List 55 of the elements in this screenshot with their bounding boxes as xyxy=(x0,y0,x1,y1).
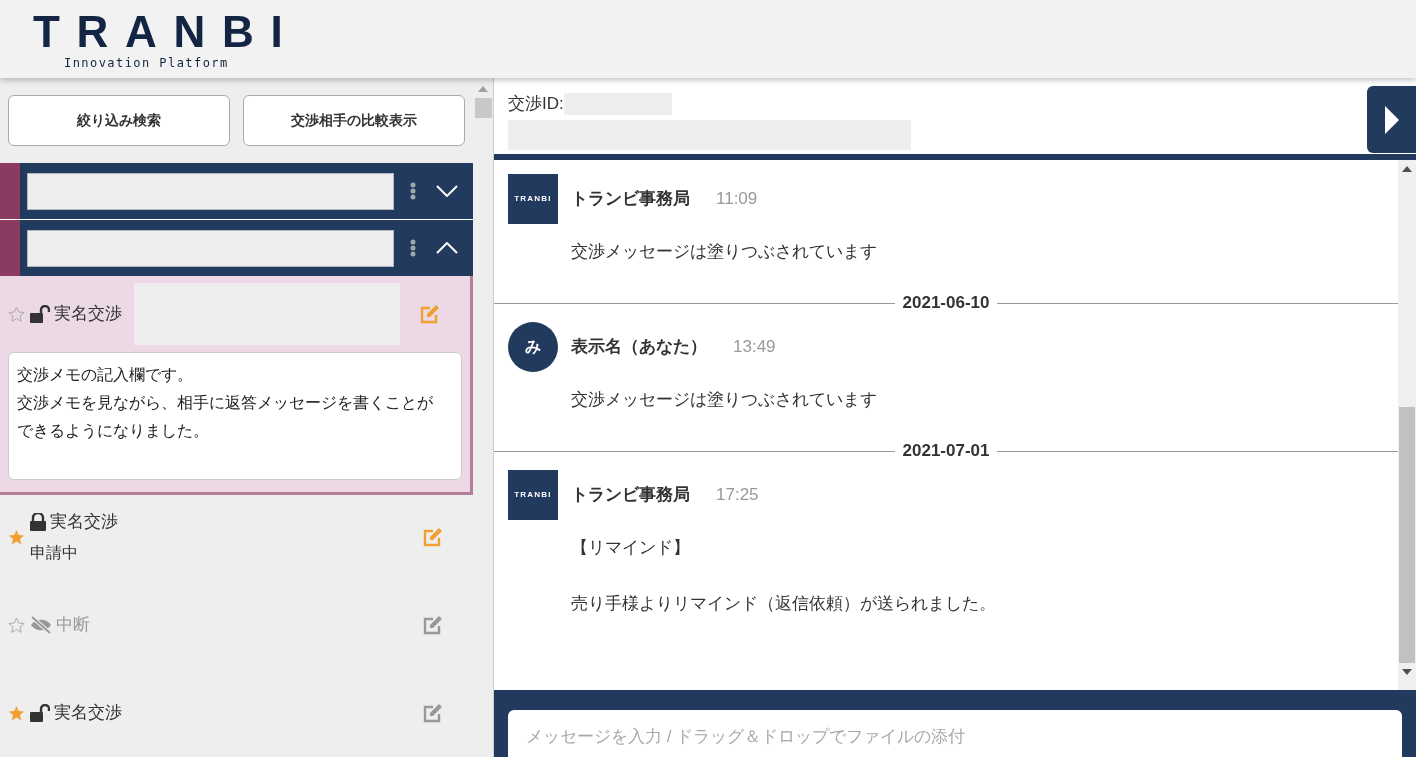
unlocked-padlock-icon xyxy=(30,305,50,323)
unlocked-padlock-icon xyxy=(30,704,50,722)
scroll-thumb[interactable] xyxy=(1399,407,1415,663)
eye-slash-icon xyxy=(30,616,52,634)
group-header[interactable] xyxy=(0,220,473,276)
negotiation-type-label: 実名交渉 xyxy=(54,303,122,326)
edit-icon[interactable] xyxy=(420,304,440,324)
padlock-icon xyxy=(30,513,46,531)
avatar-logo: TRANBI xyxy=(508,174,558,224)
more-icon[interactable] xyxy=(410,182,416,200)
expand-panel-button[interactable] xyxy=(1367,86,1416,153)
scroll-down-icon[interactable] xyxy=(1402,669,1412,675)
date-divider-label: 2021-07-01 xyxy=(901,440,991,463)
scroll-up-icon[interactable] xyxy=(1402,166,1412,172)
message-time: 11:09 xyxy=(716,188,758,211)
memo-field[interactable]: 交渉メモの記入欄です。 交渉メモを見ながら、相手に返答メッセージを書くことができるようになりました。 xyxy=(8,352,462,480)
message-text: 交渉メッセージは塗りつぶされています xyxy=(571,389,878,411)
negotiation-type-label: 実名交渉 xyxy=(54,702,122,725)
star-icon[interactable] xyxy=(8,704,25,722)
compare-button[interactable]: 交渉相手の比較表示 xyxy=(243,95,465,146)
avatar-logo: TRANBI xyxy=(508,470,558,520)
chevron-down-icon[interactable] xyxy=(436,185,458,197)
star-icon[interactable] xyxy=(8,528,25,546)
edit-icon[interactable] xyxy=(423,703,443,723)
group-header[interactable] xyxy=(0,163,473,219)
chevron-up-icon[interactable] xyxy=(436,242,458,254)
scroll-thumb[interactable] xyxy=(474,98,492,118)
message-text: 【リマインド】 xyxy=(571,537,691,559)
selected-negotiation-card[interactable]: 実名交渉 交渉メモの記入欄です。 交渉メモを見ながら、相手に返答メッセージを書くことができるようになりました。 xyxy=(0,276,473,495)
sender-name: トランビ事務局 xyxy=(571,484,690,507)
message-time: 17:25 xyxy=(716,484,759,507)
star-icon[interactable] xyxy=(8,616,25,634)
scrollbar[interactable] xyxy=(1398,160,1416,690)
date-divider-label: 2021-06-10 xyxy=(901,292,991,315)
more-icon[interactable] xyxy=(410,239,416,257)
message-text: 交渉メッセージは塗りつぶされています xyxy=(571,241,878,263)
caret-right-icon xyxy=(1384,105,1399,134)
logo[interactable]: TRANBI xyxy=(33,8,300,56)
message-time: 13:49 xyxy=(733,336,776,359)
negotiation-item[interactable]: 実名交渉 申請中 xyxy=(0,495,473,583)
message-text: 売り手様よりリマインド（返信依頼）が送られました。 xyxy=(571,593,997,615)
negotiation-type-label: 中断 xyxy=(56,614,90,637)
negotiation-type-label: 実名交渉 xyxy=(50,511,118,534)
sender-name: トランビ事務局 xyxy=(571,188,690,211)
message-input-field[interactable]: メッセージを入力 / ドラッグ＆ドロップでファイルの添付 xyxy=(508,710,1402,757)
edit-icon[interactable] xyxy=(423,615,443,635)
sender-name: 表示名（あなた） xyxy=(571,336,707,359)
logo-tagline: Innovation Platform xyxy=(64,56,229,70)
avatar: み xyxy=(508,322,558,372)
star-icon[interactable] xyxy=(8,305,25,323)
negotiation-item[interactable]: 実名交渉 xyxy=(0,671,473,757)
edit-icon[interactable] xyxy=(423,527,443,547)
status-label: 申請中 xyxy=(30,542,79,563)
filter-search-button[interactable]: 絞り込み検索 xyxy=(8,95,230,146)
negotiation-id-label: 交渉ID: xyxy=(508,93,564,115)
